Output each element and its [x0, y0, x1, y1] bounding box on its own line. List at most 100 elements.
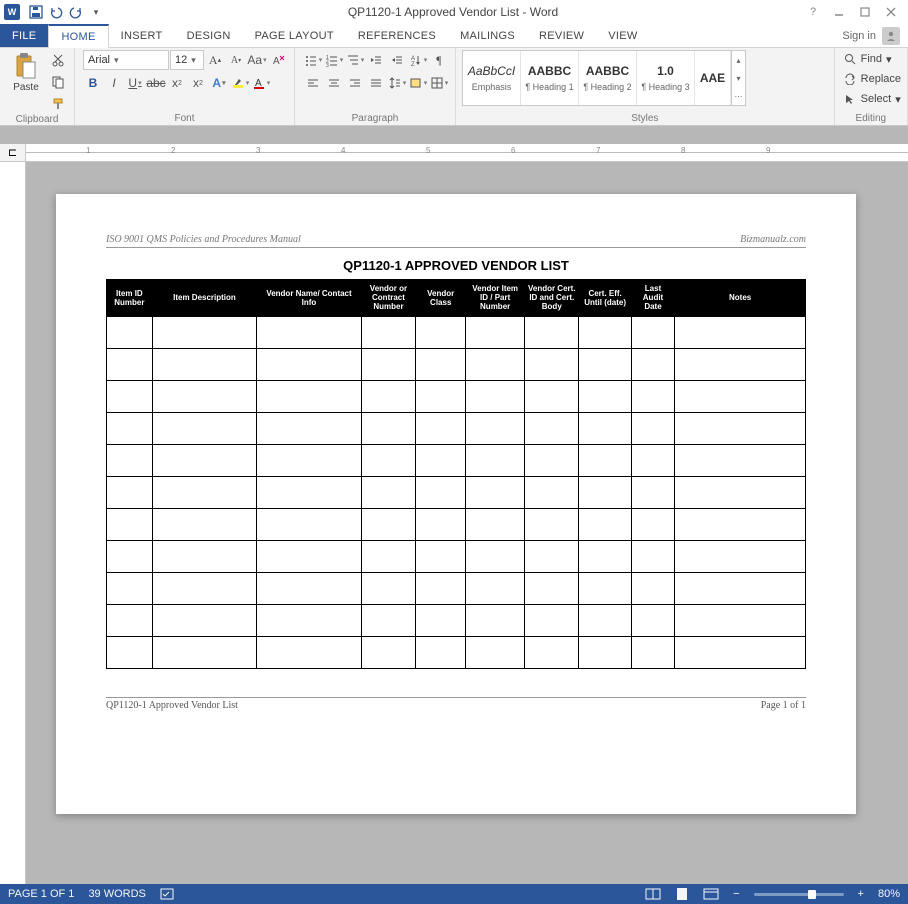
- font-color-icon[interactable]: A: [251, 73, 271, 93]
- table-cell[interactable]: [525, 316, 579, 348]
- table-cell[interactable]: [675, 604, 806, 636]
- table-cell[interactable]: [257, 380, 362, 412]
- table-cell[interactable]: [257, 604, 362, 636]
- table-cell[interactable]: [107, 572, 153, 604]
- grow-font-icon[interactable]: A▴: [205, 50, 225, 70]
- table-cell[interactable]: [579, 348, 631, 380]
- table-cell[interactable]: [466, 636, 525, 668]
- close-icon[interactable]: [878, 3, 904, 21]
- table-cell[interactable]: [579, 316, 631, 348]
- table-cell[interactable]: [152, 508, 257, 540]
- table-cell[interactable]: [152, 348, 257, 380]
- table-cell[interactable]: [631, 412, 675, 444]
- table-row[interactable]: [107, 444, 806, 476]
- table-cell[interactable]: [257, 540, 362, 572]
- table-cell[interactable]: [466, 348, 525, 380]
- table-cell[interactable]: [525, 444, 579, 476]
- style-more[interactable]: AAE: [695, 51, 731, 105]
- table-row[interactable]: [107, 476, 806, 508]
- cut-icon[interactable]: [48, 50, 68, 70]
- maximize-icon[interactable]: [852, 3, 878, 21]
- select-button[interactable]: Select ▾: [843, 90, 901, 108]
- table-cell[interactable]: [675, 540, 806, 572]
- style-heading1[interactable]: AABBC¶ Heading 1: [521, 51, 579, 105]
- table-cell[interactable]: [675, 476, 806, 508]
- minimize-icon[interactable]: [826, 3, 852, 21]
- table-cell[interactable]: [631, 572, 675, 604]
- table-cell[interactable]: [525, 380, 579, 412]
- table-cell[interactable]: [361, 476, 415, 508]
- table-cell[interactable]: [152, 412, 257, 444]
- table-cell[interactable]: [579, 636, 631, 668]
- strikethrough-icon[interactable]: abc: [146, 73, 166, 93]
- style-heading3[interactable]: 1.0¶ Heading 3: [637, 51, 695, 105]
- table-cell[interactable]: [675, 508, 806, 540]
- table-cell[interactable]: [152, 572, 257, 604]
- multilevel-list-icon[interactable]: [345, 50, 365, 70]
- copy-icon[interactable]: [48, 72, 68, 92]
- zoom-level[interactable]: 80%: [878, 888, 900, 900]
- word-count[interactable]: 39 WORDS: [88, 888, 145, 900]
- table-cell[interactable]: [257, 508, 362, 540]
- style-emphasis[interactable]: AaBbCcIEmphasis: [463, 51, 521, 105]
- table-cell[interactable]: [579, 412, 631, 444]
- table-cell[interactable]: [631, 348, 675, 380]
- decrease-indent-icon[interactable]: [366, 50, 386, 70]
- text-effects-icon[interactable]: A: [209, 73, 229, 93]
- align-center-icon[interactable]: [324, 73, 344, 93]
- table-cell[interactable]: [631, 476, 675, 508]
- print-layout-icon[interactable]: [675, 887, 689, 901]
- table-cell[interactable]: [525, 636, 579, 668]
- superscript-icon[interactable]: x2: [188, 73, 208, 93]
- table-cell[interactable]: [152, 380, 257, 412]
- table-cell[interactable]: [361, 604, 415, 636]
- table-row[interactable]: [107, 572, 806, 604]
- tab-mailings[interactable]: MAILINGS: [448, 24, 527, 47]
- increase-indent-icon[interactable]: [387, 50, 407, 70]
- highlight-icon[interactable]: [230, 73, 250, 93]
- table-cell[interactable]: [466, 444, 525, 476]
- font-size-dropdown[interactable]: 12: [170, 50, 204, 70]
- table-cell[interactable]: [361, 380, 415, 412]
- ribbon-options-icon[interactable]: ?: [800, 3, 826, 21]
- table-cell[interactable]: [257, 444, 362, 476]
- table-cell[interactable]: [631, 316, 675, 348]
- table-cell[interactable]: [466, 380, 525, 412]
- document-page[interactable]: ISO 9001 QMS Policies and Procedures Man…: [56, 194, 856, 814]
- table-cell[interactable]: [416, 636, 466, 668]
- table-cell[interactable]: [579, 604, 631, 636]
- tab-page-layout[interactable]: PAGE LAYOUT: [243, 24, 346, 47]
- table-cell[interactable]: [152, 476, 257, 508]
- shading-icon[interactable]: [408, 73, 428, 93]
- table-cell[interactable]: [631, 636, 675, 668]
- table-cell[interactable]: [525, 476, 579, 508]
- table-cell[interactable]: [416, 412, 466, 444]
- table-cell[interactable]: [675, 412, 806, 444]
- line-spacing-icon[interactable]: [387, 73, 407, 93]
- table-cell[interactable]: [361, 540, 415, 572]
- table-cell[interactable]: [525, 508, 579, 540]
- table-cell[interactable]: [107, 380, 153, 412]
- table-cell[interactable]: [107, 636, 153, 668]
- table-cell[interactable]: [631, 380, 675, 412]
- table-cell[interactable]: [257, 572, 362, 604]
- find-button[interactable]: Find ▾: [843, 50, 901, 68]
- table-cell[interactable]: [466, 316, 525, 348]
- table-cell[interactable]: [361, 572, 415, 604]
- subscript-icon[interactable]: x2: [167, 73, 187, 93]
- align-left-icon[interactable]: [303, 73, 323, 93]
- tab-home[interactable]: HOME: [48, 24, 108, 48]
- table-cell[interactable]: [361, 412, 415, 444]
- tab-review[interactable]: REVIEW: [527, 24, 596, 47]
- zoom-in-button[interactable]: +: [858, 888, 864, 900]
- bold-icon[interactable]: B: [83, 73, 103, 93]
- table-row[interactable]: [107, 316, 806, 348]
- undo-icon[interactable]: [47, 3, 65, 21]
- table-cell[interactable]: [152, 316, 257, 348]
- italic-icon[interactable]: I: [104, 73, 124, 93]
- zoom-slider[interactable]: [754, 893, 844, 896]
- table-cell[interactable]: [579, 508, 631, 540]
- sign-in-button[interactable]: Sign in: [834, 24, 908, 47]
- table-cell[interactable]: [416, 508, 466, 540]
- table-cell[interactable]: [152, 444, 257, 476]
